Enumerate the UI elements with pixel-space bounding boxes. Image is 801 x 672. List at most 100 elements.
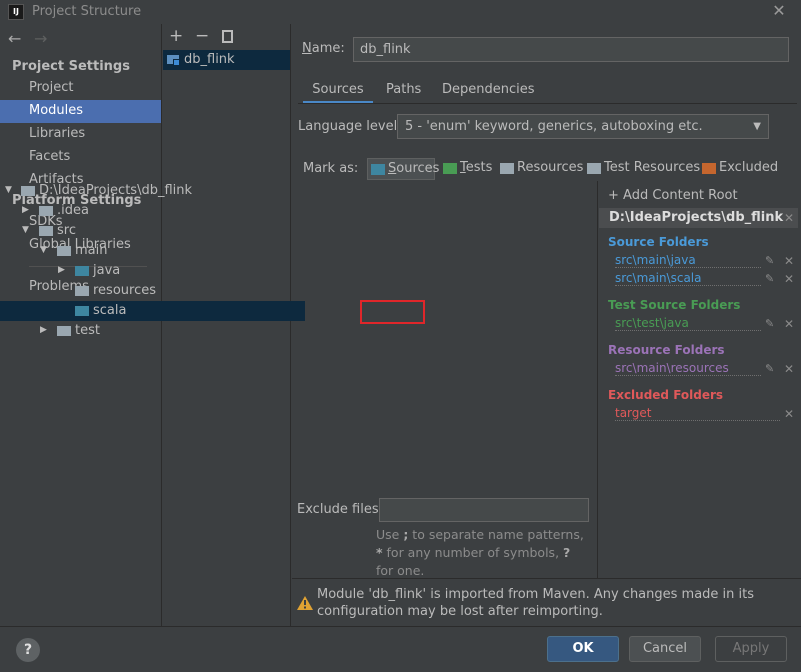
resources-folder-icon: [75, 286, 89, 296]
tree-row[interactable]: ▶ test: [0, 321, 305, 341]
source-folder-icon: [75, 266, 89, 276]
edit-pencil-icon[interactable]: ✎: [765, 272, 774, 285]
mark-as-label: Mark as:: [303, 161, 359, 176]
folder-icon: [39, 206, 53, 216]
tree-row-label: resources: [93, 283, 157, 298]
tree-row[interactable]: ▼ D:\IdeaProjects\db_flink: [0, 181, 305, 201]
remove-icon[interactable]: ✕: [784, 317, 794, 331]
tree-row-selected[interactable]: scala: [0, 301, 305, 321]
collapsed-caret-icon: ▶: [40, 325, 47, 335]
tree-row[interactable]: ▼ main: [0, 241, 305, 261]
mark-sources-button[interactable]: Sources: [367, 158, 439, 180]
folder-icon: [21, 186, 35, 196]
tab-paths[interactable]: Paths: [386, 78, 421, 104]
source-folder-item[interactable]: src\main\scala: [615, 271, 761, 286]
excluded-folder-icon: [702, 163, 716, 174]
warning-divider: [292, 578, 801, 579]
content-root-path: D:\IdeaProjects\db_flink: [599, 208, 798, 228]
sources-folder-icon: [371, 164, 385, 175]
tests-folder-icon: [443, 163, 457, 174]
help-button[interactable]: ?: [16, 638, 40, 662]
copy-icon[interactable]: [222, 30, 233, 43]
tree-row[interactable]: ▶ .idea: [0, 201, 305, 221]
tree-row-label: java: [93, 263, 121, 278]
test-source-folder-item[interactable]: src\test\java: [615, 316, 761, 331]
mark-resources-button[interactable]: Resources: [497, 158, 583, 180]
language-level-label: Language level:: [298, 119, 402, 134]
expanded-caret-icon: ▼: [40, 245, 47, 255]
collapsed-caret-icon: ▶: [22, 205, 29, 215]
resource-folder-item[interactable]: src\main\resources: [615, 361, 761, 376]
tree-row-label: scala: [93, 303, 127, 318]
excluded-folders-header: Excluded Folders: [608, 388, 724, 402]
edit-pencil-icon[interactable]: ✎: [765, 254, 774, 267]
forward-arrow-icon[interactable]: →: [34, 29, 47, 48]
module-item-label: db_flink: [184, 52, 235, 67]
remove-icon[interactable]: ✕: [784, 254, 794, 268]
module-name-input[interactable]: db_flink: [353, 37, 789, 62]
intellij-app-icon: IJ: [8, 4, 24, 20]
sidebar-item-project[interactable]: Project: [0, 77, 161, 100]
exclude-files-hint: Use ; to separate name patterns, * for a…: [376, 527, 584, 578]
cancel-button[interactable]: Cancel: [629, 636, 701, 662]
remove-icon[interactable]: −: [195, 26, 209, 46]
highlight-box: [360, 300, 425, 324]
exclude-files-label: Exclude files:: [297, 502, 384, 517]
remove-icon[interactable]: ✕: [784, 362, 794, 376]
apply-button[interactable]: Apply: [715, 636, 787, 662]
module-item[interactable]: db_flink: [163, 50, 290, 70]
tree-row-label: .idea: [57, 203, 89, 218]
remove-icon[interactable]: ✕: [784, 272, 794, 286]
chevron-down-icon: ▼: [753, 121, 761, 132]
ok-button[interactable]: OK: [547, 636, 619, 662]
test-source-folders-header: Test Source Folders: [608, 298, 741, 312]
tree-row-label: test: [75, 323, 100, 338]
source-folder-item[interactable]: src\main\java: [615, 253, 761, 268]
tab-dependencies[interactable]: Dependencies: [442, 78, 535, 104]
window-title: Project Structure: [32, 4, 142, 19]
mark-tests-button[interactable]: Tests: [440, 158, 492, 180]
resource-folders-header: Resource Folders: [608, 343, 725, 357]
source-tree: [292, 181, 597, 493]
tree-row[interactable]: ▼ src: [0, 221, 305, 241]
name-label: Name:: [302, 41, 345, 56]
add-icon[interactable]: +: [169, 26, 183, 46]
warning-icon: [297, 596, 313, 610]
source-folders-header: Source Folders: [608, 235, 709, 249]
folder-icon: [39, 226, 53, 236]
expanded-caret-icon: ▼: [5, 185, 12, 195]
language-level-value: 5 - 'enum' keyword, generics, autoboxing…: [405, 119, 703, 134]
sidebar-item-libraries[interactable]: Libraries: [0, 123, 161, 146]
mark-test-resources-button[interactable]: Test Resources: [584, 158, 700, 180]
edit-pencil-icon[interactable]: ✎: [765, 362, 774, 375]
back-arrow-icon[interactable]: ←: [8, 29, 21, 48]
exclude-files-input[interactable]: [379, 498, 589, 522]
edit-pencil-icon[interactable]: ✎: [765, 317, 774, 330]
tab-sources[interactable]: Sources: [303, 78, 373, 104]
close-icon[interactable]: ✕: [770, 1, 788, 20]
excluded-folder-item[interactable]: target: [615, 406, 780, 421]
sidebar-item-facets[interactable]: Facets: [0, 146, 161, 169]
language-level-select[interactable]: 5 - 'enum' keyword, generics, autoboxing…: [397, 114, 769, 139]
tabs-divider: [298, 103, 797, 104]
tree-row-label: src: [57, 223, 76, 238]
resources-folder-icon: [500, 163, 514, 174]
source-folder-icon: [75, 306, 89, 316]
module-badge-icon: [173, 59, 180, 66]
remove-root-icon[interactable]: ✕: [784, 211, 794, 225]
add-content-root-button[interactable]: + Add Content Root: [608, 188, 738, 203]
project-settings-header: Project Settings: [12, 59, 130, 74]
tree-row[interactable]: ▶ java: [0, 261, 305, 281]
test-resources-folder-icon: [587, 163, 601, 174]
sidebar-item-modules[interactable]: Modules: [0, 100, 161, 123]
mark-excluded-button[interactable]: Excluded: [699, 158, 778, 180]
tree-row-label: D:\IdeaProjects\db_flink: [39, 183, 193, 198]
tree-row[interactable]: resources: [0, 281, 305, 301]
tree-row-label: main: [75, 243, 108, 258]
collapsed-caret-icon: ▶: [58, 265, 65, 275]
remove-icon[interactable]: ✕: [784, 407, 794, 421]
expanded-caret-icon: ▼: [22, 225, 29, 235]
folder-icon: [57, 326, 71, 336]
maven-warning-text: Module 'db_flink' is imported from Maven…: [317, 587, 755, 619]
folder-icon: [57, 246, 71, 256]
